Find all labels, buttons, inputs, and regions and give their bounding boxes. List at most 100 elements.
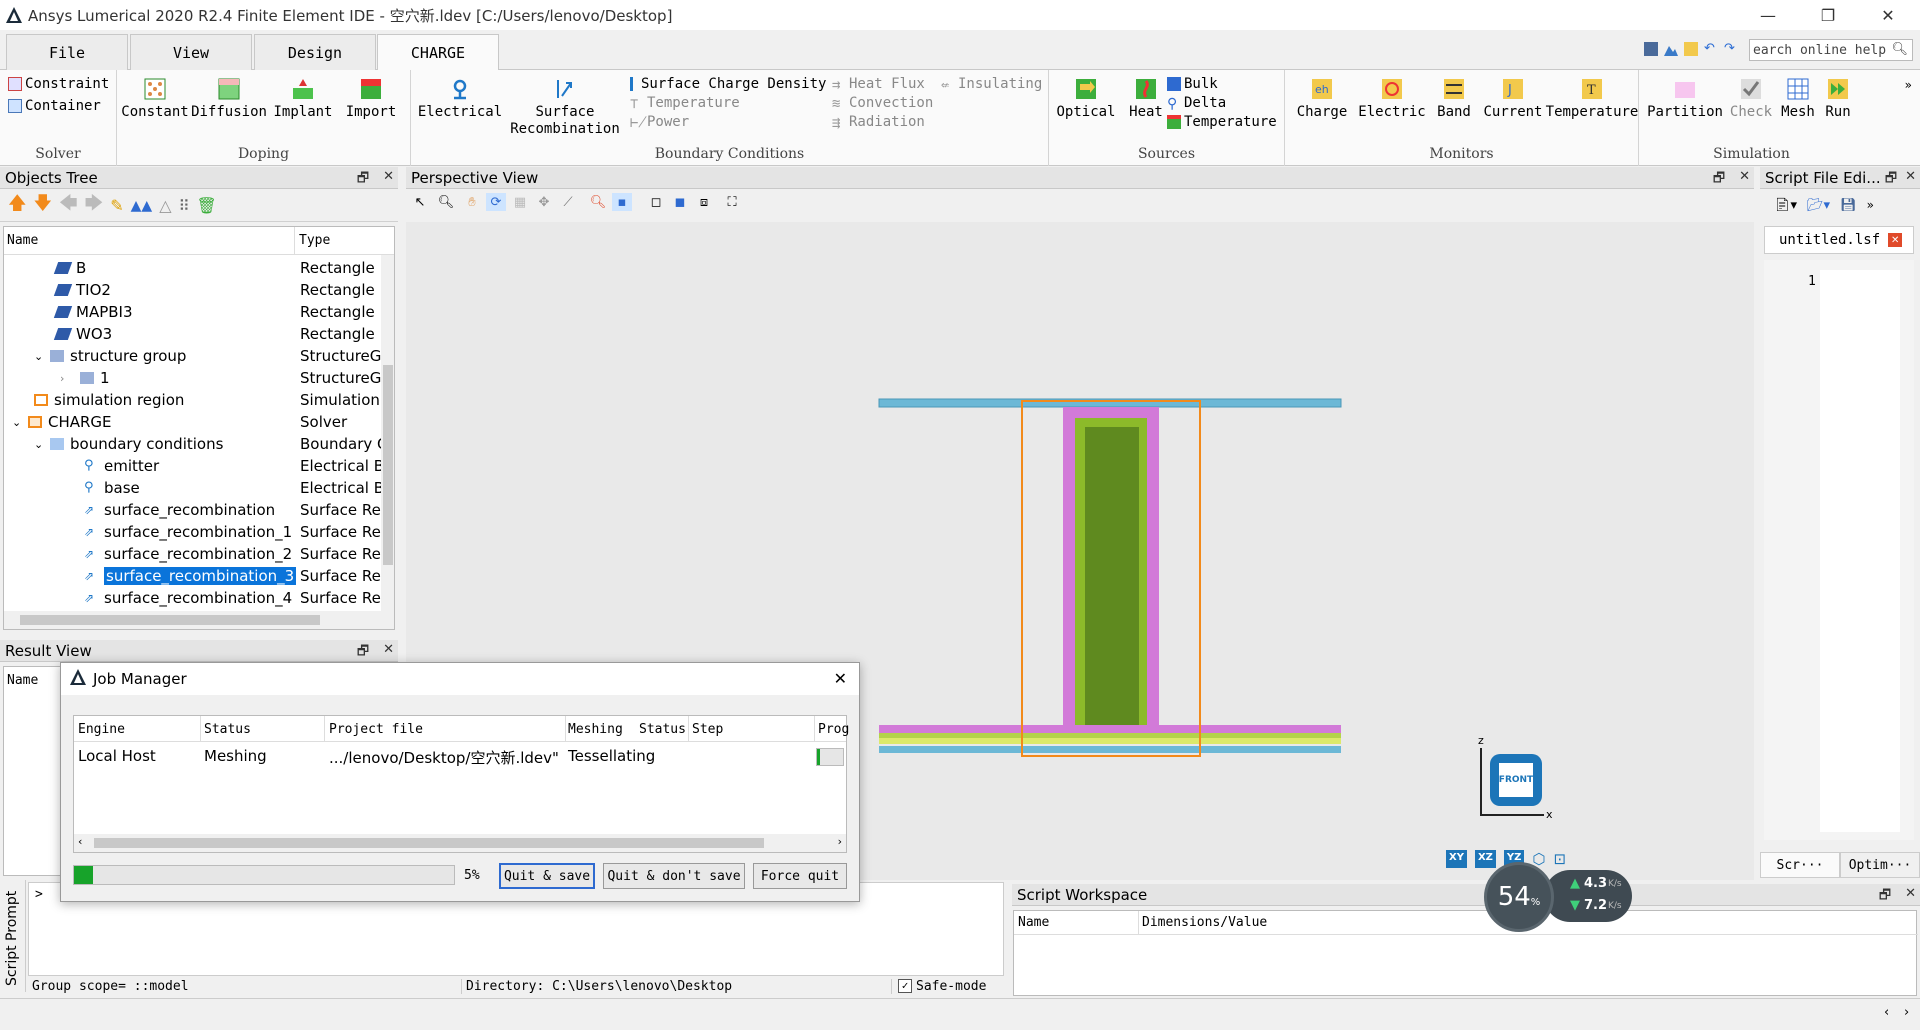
move-down-icon[interactable]: 🡇 (34, 191, 53, 221)
tree-row-base[interactable]: ⚲ base Electrical B (4, 477, 394, 499)
tree-row-b[interactable]: B Rectangle (4, 257, 394, 279)
new-script-icon[interactable]: 📄︎▾ (1774, 198, 1797, 213)
mesh-button[interactable]: Mesh (1777, 76, 1819, 121)
tree-row-surface-recombination-3[interactable]: ⇗ surface_recombination_3 Surface Re (4, 565, 394, 587)
power-button[interactable]: ⊬ Power (630, 114, 689, 131)
float-panel-icon[interactable]: 🗗︎ (357, 169, 369, 191)
surface-recombination-button[interactable]: Surface Recombination (509, 76, 621, 138)
close-panel-icon[interactable]: ✕ (1905, 886, 1916, 908)
insulating-button[interactable]: ⇍ Insulating (941, 76, 1042, 93)
shape-icon[interactable]: △ (159, 196, 171, 215)
expand-arrow-icon[interactable]: ⌄ (12, 416, 28, 429)
col-meshing[interactable]: Meshing (568, 722, 623, 737)
jobs-hscrollbar[interactable]: ‹ › (74, 834, 846, 852)
tree-col-type[interactable]: Type (299, 233, 330, 248)
wireframe-view-icon[interactable]: ◻ (646, 193, 666, 211)
pan-tool-icon[interactable]: ✋︎ (462, 193, 482, 211)
tree-row-simulation-region[interactable]: simulation region Simulation (4, 389, 394, 411)
tree-row-surface-recombination[interactable]: ⇗ surface_recombination Surface Re (4, 499, 394, 521)
float-panel-icon[interactable]: 🗗︎ (1879, 886, 1891, 908)
edit-object-icon[interactable]: ✎ (110, 196, 123, 215)
temperature-source-button[interactable]: Temperature (1167, 114, 1277, 130)
search-help-input[interactable]: earch online help 🔍︎ (1749, 39, 1913, 61)
col-meshing-status[interactable]: Status (639, 722, 686, 737)
redo-icon[interactable]: ↷ (1724, 42, 1738, 56)
view-cube-face[interactable]: FRONT (1499, 763, 1533, 797)
save-script-icon[interactable]: 💾︎ (1840, 198, 1857, 213)
close-button[interactable]: ✕ (1860, 0, 1916, 30)
scroll-left-icon[interactable]: ‹ (78, 835, 82, 848)
rotate-tool-icon[interactable]: ⟳ (486, 193, 506, 211)
zoom-extent-icon[interactable]: 🔍︎ (588, 193, 608, 211)
move-right-icon[interactable]: 🡆 (85, 191, 104, 221)
tree-row-surface-recombination-1[interactable]: ⇗ surface_recombination_1 Surface Re (4, 521, 394, 543)
tree-scroll-thumb[interactable] (383, 365, 393, 565)
electric-monitor-button[interactable]: Electric (1357, 76, 1427, 121)
jobs-scroll-thumb[interactable] (94, 838, 764, 848)
tree-hscroll-thumb[interactable] (20, 615, 320, 625)
view-cube[interactable]: FRONT (1490, 754, 1542, 806)
move-left-icon[interactable]: 🡄 (59, 191, 78, 221)
tab-view[interactable]: View (130, 34, 252, 70)
float-panel-icon[interactable]: 🗗︎ (1713, 169, 1725, 191)
script-tab[interactable]: Scr··· (1760, 852, 1840, 878)
col-project-file[interactable]: Project file (329, 722, 423, 737)
tree-row-tio2[interactable]: TIO2 Rectangle (4, 279, 394, 301)
expand-arrow-icon[interactable]: ⌄ (34, 350, 50, 363)
temperature-bc-button[interactable]: ⊤ Temperature (630, 95, 740, 112)
grid-icon[interactable]: ⠿ (179, 197, 190, 215)
ruler-tool-icon[interactable]: ⟋ (558, 193, 578, 211)
tree-row-surface-recombination-2[interactable]: ⇗ surface_recombination_2 Surface Re (4, 543, 394, 565)
surface-charge-density-button[interactable]: Surface Charge Density (630, 76, 826, 92)
charge-monitor-button[interactable]: eh Charge (1291, 76, 1353, 121)
mountain-icon[interactable] (1664, 42, 1678, 56)
constant-button[interactable]: Constant (121, 76, 189, 121)
expand-arrow-icon[interactable]: ⌄ (34, 438, 50, 451)
float-panel-icon[interactable]: 🗗︎ (357, 642, 369, 664)
safe-mode-checkbox[interactable]: ✓ Safe-mode (892, 979, 986, 994)
convection-button[interactable]: ≋ Convection (832, 95, 933, 112)
tree-horizontal-scrollbar[interactable] (4, 611, 394, 629)
band-monitor-button[interactable]: Band (1431, 76, 1477, 121)
network-monitor-widget[interactable]: ▲ 4.3 K/s ▼ 7.2 K/s 54% (1484, 862, 1634, 932)
close-panel-icon[interactable]: ✕ (383, 642, 394, 664)
zoom-tool-icon[interactable]: 🔍︎ (436, 193, 456, 211)
delete-icon[interactable]: 🗑︎ (197, 196, 217, 215)
solid-view-icon[interactable]: ◼ (670, 193, 690, 211)
maximize-button[interactable]: ❐ (1800, 0, 1856, 30)
workspace-col-name[interactable]: Name (1018, 915, 1049, 930)
folder-icon[interactable] (1684, 42, 1698, 56)
optical-button[interactable]: Optical (1055, 76, 1117, 121)
tab-charge[interactable]: CHARGE (377, 34, 499, 71)
col-engine[interactable]: Engine (78, 722, 125, 737)
tree-vertical-scrollbar[interactable] (381, 255, 394, 611)
tree-row-structure-group[interactable]: ⌄ structure group StructureG (4, 345, 394, 367)
script-editor[interactable]: 1 (1764, 260, 1914, 840)
tab-design[interactable]: Design (254, 34, 376, 70)
heat-button[interactable]: Heat (1121, 76, 1171, 121)
undo-icon[interactable]: ↶ (1704, 42, 1718, 56)
scroll-left-icon[interactable]: ‹ (1884, 1005, 1889, 1020)
constraint-button[interactable]: Constraint (8, 76, 109, 92)
save-icon[interactable] (1644, 42, 1658, 56)
script-text-area[interactable] (1820, 270, 1900, 832)
run-button[interactable]: Run (1819, 76, 1857, 121)
current-monitor-button[interactable]: J Current (1481, 76, 1545, 121)
col-progress[interactable]: Prog (818, 722, 849, 737)
close-tab-icon[interactable]: ✕ (1888, 233, 1903, 247)
electrical-button[interactable]: Electrical (417, 76, 503, 121)
open-script-icon[interactable]: 📂︎▾ (1807, 198, 1830, 213)
tree-row-mapbi3[interactable]: MAPBI3 Rectangle (4, 301, 394, 323)
tree-row-boundary-conditions[interactable]: ⌄ boundary conditions Boundary C (4, 433, 394, 455)
quit-and-save-button[interactable]: Quit & save (499, 863, 595, 889)
temperature-monitor-button[interactable]: T Temperature (1546, 76, 1638, 121)
minimize-button[interactable]: — (1740, 0, 1796, 30)
implant-button[interactable]: Implant (273, 76, 333, 121)
more-icon[interactable]: » (1867, 198, 1874, 212)
tree-row-charge[interactable]: ⌄ CHARGE Solver (4, 411, 394, 433)
checkbox-checked-icon[interactable]: ✓ (898, 979, 912, 993)
check-button[interactable]: Check (1727, 76, 1775, 121)
tree-row-wo3[interactable]: WO3 Rectangle (4, 323, 394, 345)
tree-row-emitter[interactable]: ⚲ emitter Electrical B (4, 455, 394, 477)
optimization-tab[interactable]: Optim··· (1840, 852, 1920, 878)
